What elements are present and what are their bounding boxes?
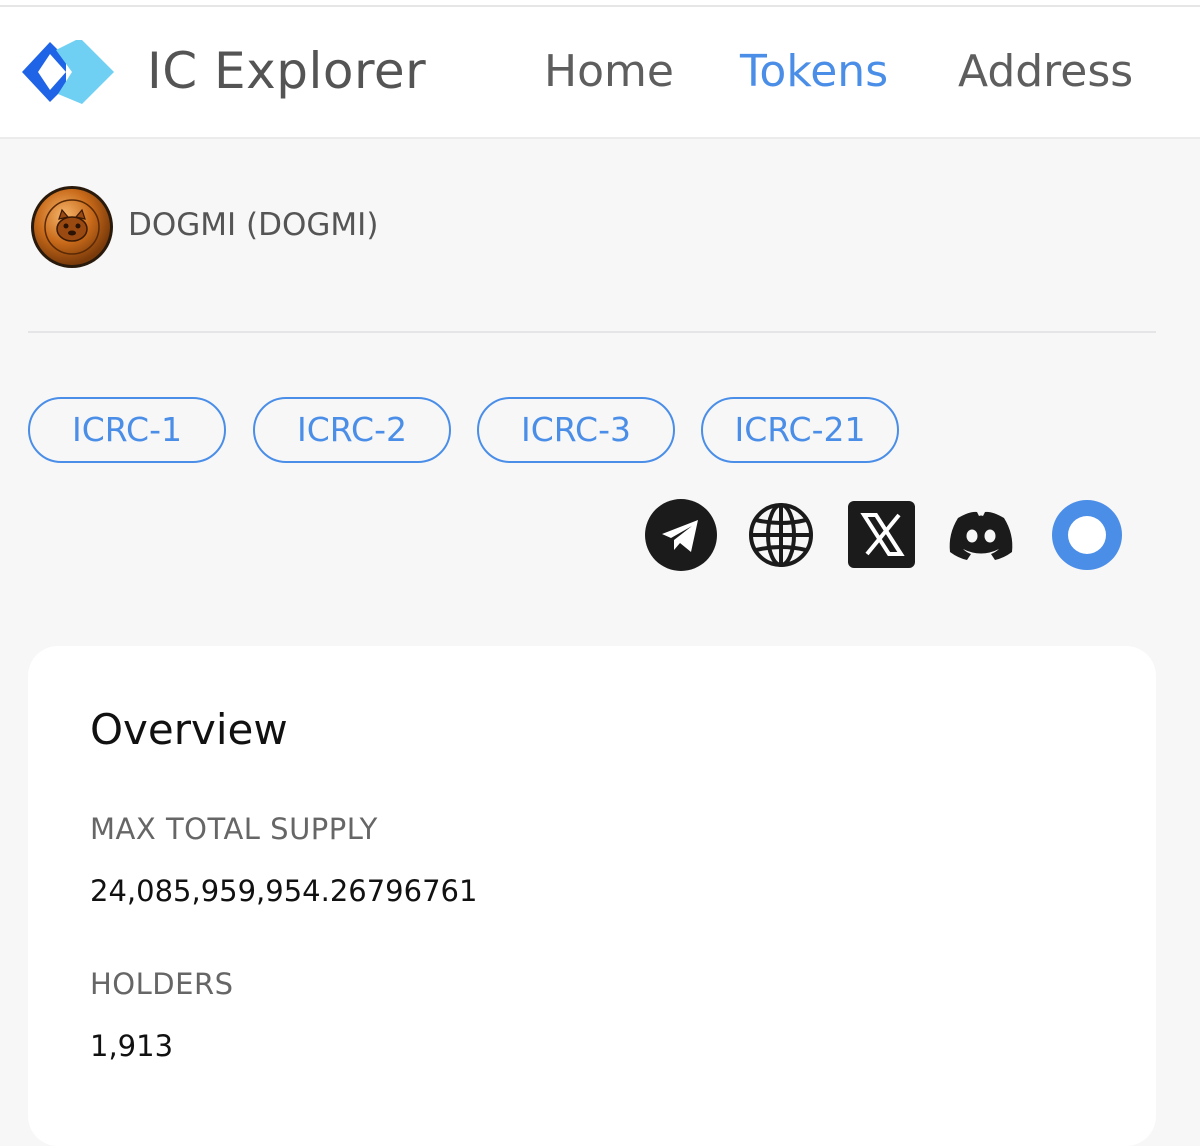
- nav-address[interactable]: Address: [958, 45, 1133, 99]
- token-name: DOGMI (DOGMI): [128, 207, 379, 243]
- globe-icon[interactable]: [744, 498, 818, 572]
- standard-badge-icrc-3[interactable]: ICRC-3: [477, 397, 675, 463]
- x-icon[interactable]: [846, 498, 920, 572]
- holders-value: 1,913: [90, 1029, 174, 1063]
- holders-label: HOLDERS: [90, 967, 234, 1001]
- max-total-supply-value: 24,085,959,954.26796761: [90, 874, 478, 908]
- nav-home[interactable]: Home: [544, 45, 674, 99]
- overview-title: Overview: [90, 705, 288, 754]
- ic-explorer-logo-icon[interactable]: [20, 40, 116, 104]
- ring-icon[interactable]: [1050, 498, 1124, 572]
- section-divider: [28, 331, 1156, 333]
- standard-badge-icrc-1[interactable]: ICRC-1: [28, 397, 226, 463]
- telegram-icon[interactable]: [644, 498, 718, 572]
- nav-tokens[interactable]: Tokens: [740, 45, 888, 99]
- dogmi-token-logo-icon: [31, 186, 113, 268]
- top-border: [0, 0, 1200, 7]
- discord-icon[interactable]: [944, 498, 1018, 572]
- standard-badge-icrc-21[interactable]: ICRC-21: [701, 397, 899, 463]
- standard-badge-icrc-2[interactable]: ICRC-2: [253, 397, 451, 463]
- overview-card: Overview MAX TOTAL SUPPLY 24,085,959,954…: [28, 646, 1156, 1146]
- top-navbar: IC Explorer Home Tokens Address: [0, 7, 1200, 139]
- brand-title[interactable]: IC Explorer: [147, 41, 426, 101]
- max-total-supply-label: MAX TOTAL SUPPLY: [90, 812, 378, 846]
